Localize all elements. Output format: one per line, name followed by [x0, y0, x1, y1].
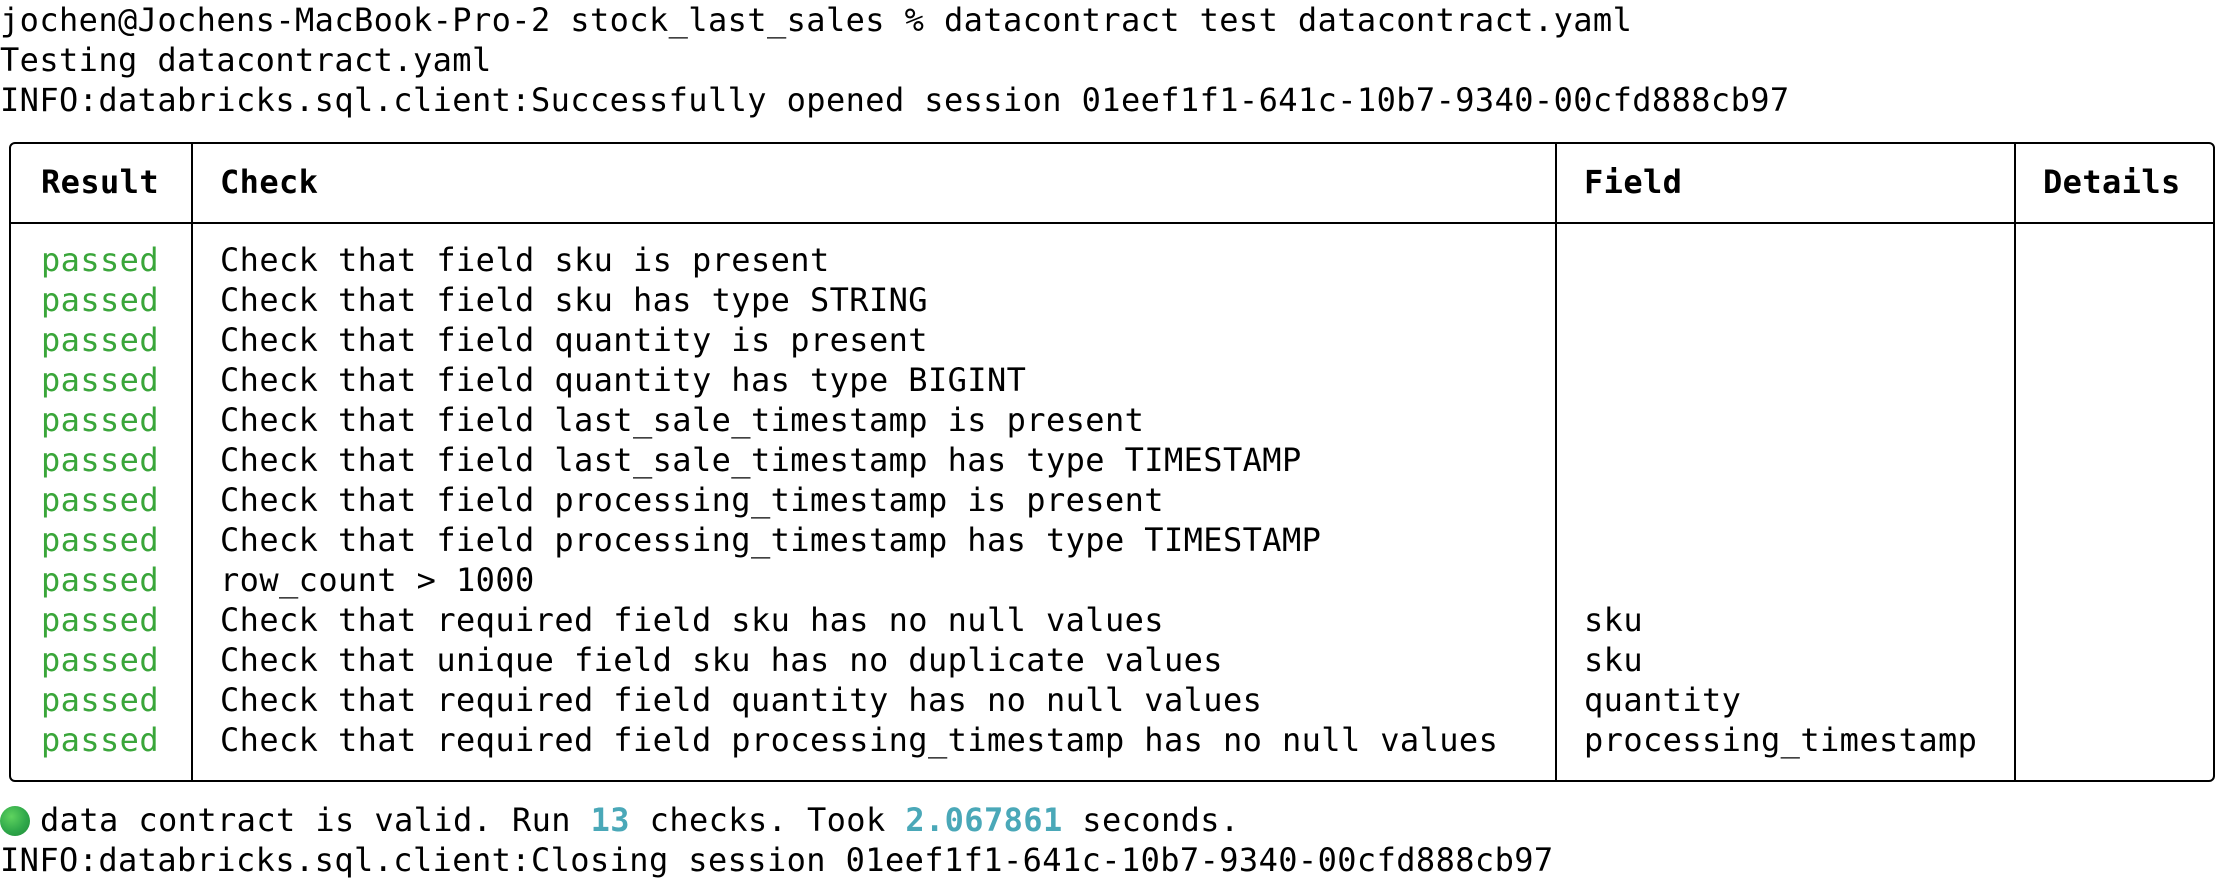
result-cell: passed [41, 321, 159, 359]
session-close-line: INFO:databricks.sql.client:Closing sessi… [0, 841, 1554, 879]
summary-text-1: data contract is valid. Run [40, 801, 591, 839]
header-check: Check [220, 163, 319, 201]
table-body: passed Check that field sku is present pa… [11, 240, 2213, 760]
result-cell: passed [41, 721, 159, 759]
result-cell: passed [41, 281, 159, 319]
summary-text-2: checks. Took [629, 801, 906, 839]
table-row: passed Check that field last_sale_timesta… [11, 440, 2213, 480]
check-cell: row_count > 1000 [220, 561, 535, 599]
session-open-line: INFO:databricks.sql.client:Successfully … [0, 81, 1790, 119]
table-row: passed Check that field processing_timest… [11, 480, 2213, 520]
table-row: passed Check that field quantity is prese… [11, 320, 2213, 360]
table-row: passed Check that field quantity has type… [11, 360, 2213, 400]
result-cell: passed [41, 561, 159, 599]
header-field: Field [1584, 163, 1683, 201]
field-cell: processing_timestamp [1584, 721, 1978, 759]
testing-line: Testing datacontract.yaml [0, 41, 492, 79]
check-cell: Check that required field quantity has n… [220, 681, 1263, 719]
summary-line: data contract is valid. Run 13 checks. T… [0, 800, 1240, 840]
check-cell: Check that field processing_timestamp ha… [220, 521, 1322, 559]
field-cell: quantity [1584, 681, 1742, 719]
check-cell: Check that unique field sku has no dupli… [220, 641, 1223, 679]
table-row: passed Check that field sku is present [11, 240, 2213, 280]
results-table: Result Check Field Details passed Check t… [9, 142, 2215, 782]
result-cell: passed [41, 641, 159, 679]
result-cell: passed [41, 361, 159, 399]
header-result: Result [41, 163, 159, 201]
result-cell: passed [41, 441, 159, 479]
result-cell: passed [41, 241, 159, 279]
check-cell: Check that field processing_timestamp is… [220, 481, 1164, 519]
table-row: passed Check that required field quantity… [11, 680, 2213, 720]
check-cell: Check that field last_sale_timestamp has… [220, 441, 1302, 479]
result-cell: passed [41, 601, 159, 639]
table-row: passed row_count > 1000 [11, 560, 2213, 600]
result-cell: passed [41, 481, 159, 519]
check-cell: Check that field last_sale_timestamp is … [220, 401, 1145, 439]
header-details: Details [2043, 163, 2181, 201]
check-cell: Check that field sku has type STRING [220, 281, 928, 319]
summary-text-3: seconds. [1062, 801, 1240, 839]
check-cell: Check that required field processing_tim… [220, 721, 1499, 759]
table-row: passed Check that unique field sku has no… [11, 640, 2213, 680]
check-count: 13 [590, 801, 630, 839]
table-row: passed Check that field sku has type STRI… [11, 280, 2213, 320]
field-cell: sku [1584, 641, 1643, 679]
duration-value: 2.067861 [905, 801, 1063, 839]
terminal-window[interactable]: jochen@Jochens-MacBook-Pro-2 stock_last_… [0, 0, 2224, 879]
table-row: passed Check that required field processi… [11, 720, 2213, 760]
field-cell: sku [1584, 601, 1643, 639]
table-row: passed Check that field last_sale_timesta… [11, 400, 2213, 440]
check-cell: Check that required field sku has no nul… [220, 601, 1164, 639]
green-circle-icon [0, 806, 30, 836]
check-cell: Check that field quantity is present [220, 321, 928, 359]
result-cell: passed [41, 521, 159, 559]
result-cell: passed [41, 401, 159, 439]
check-cell: Check that field sku is present [220, 241, 830, 279]
result-cell: passed [41, 681, 159, 719]
check-cell: Check that field quantity has type BIGIN… [220, 361, 1027, 399]
command-prompt-line: jochen@Jochens-MacBook-Pro-2 stock_last_… [0, 1, 1633, 39]
header-divider [11, 222, 2213, 224]
table-row: passed Check that field processing_timest… [11, 520, 2213, 560]
table-row: passed Check that required field sku has … [11, 600, 2213, 640]
